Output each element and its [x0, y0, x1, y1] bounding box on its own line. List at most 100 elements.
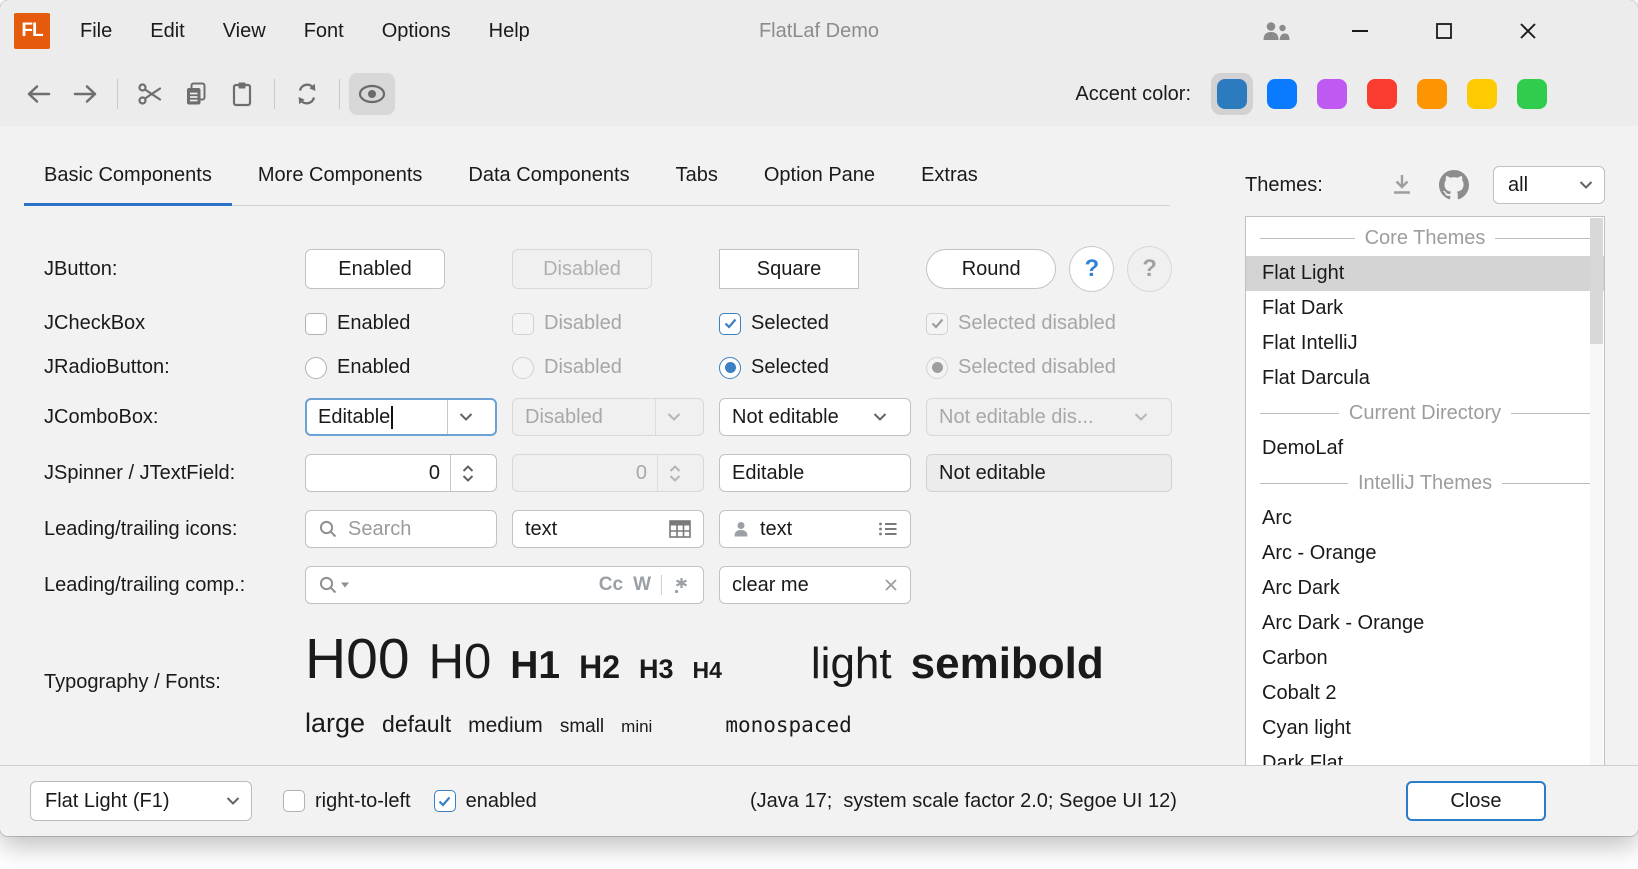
window-controls — [1258, 13, 1638, 49]
theme-item[interactable]: Cyan light — [1246, 711, 1604, 746]
close-window-button[interactable] — [1510, 13, 1546, 49]
textfield-editable[interactable]: Editable — [719, 454, 911, 492]
tab-more-components[interactable]: More Components — [238, 145, 443, 205]
enabled-checkbox[interactable]: enabled — [434, 790, 537, 813]
checkbox-disabled: Disabled — [512, 312, 704, 335]
back-button[interactable] — [16, 73, 62, 115]
regex-toggle[interactable] — [672, 576, 691, 595]
search-options-input[interactable]: Cc W — [305, 566, 704, 604]
tab-basic-components[interactable]: Basic Components — [24, 145, 232, 205]
theme-item[interactable]: Cobalt 2 — [1246, 676, 1604, 711]
spinner-buttons[interactable] — [450, 455, 484, 491]
disabled-button: Disabled — [512, 249, 652, 289]
theme-item[interactable]: Flat Darcula — [1246, 361, 1604, 396]
menu-edit[interactable]: Edit — [134, 13, 200, 50]
match-case-toggle[interactable]: Cc — [599, 574, 623, 596]
right-to-left-checkbox[interactable]: right-to-left — [283, 790, 411, 813]
typography-label: Typography / Fonts: — [44, 671, 290, 694]
scrollbar-thumb[interactable] — [1590, 218, 1603, 344]
menu-file[interactable]: File — [64, 13, 128, 50]
chevron-down-icon[interactable] — [447, 400, 483, 434]
radio-icon[interactable] — [305, 357, 327, 379]
theme-item[interactable]: Flat IntelliJ — [1246, 326, 1604, 361]
menu-options[interactable]: Options — [366, 13, 467, 50]
theme-item-selected[interactable]: Flat Light — [1246, 256, 1604, 291]
lookandfeel-select[interactable]: Flat Light (F1) — [30, 781, 252, 821]
theme-item[interactable]: Flat Dark — [1246, 291, 1604, 326]
menu-view[interactable]: View — [207, 13, 282, 50]
radio-enabled[interactable]: Enabled — [305, 356, 497, 379]
jradiobutton-label: JRadioButton: — [44, 356, 290, 379]
maximize-button[interactable] — [1426, 13, 1462, 49]
accent-swatch[interactable] — [1411, 73, 1453, 115]
checkbox-checked-icon — [926, 313, 948, 335]
checkbox-icon[interactable] — [305, 313, 327, 335]
radio-icon — [512, 357, 534, 379]
accent-swatch[interactable] — [1311, 73, 1353, 115]
close-button[interactable]: Close — [1406, 781, 1546, 821]
checkbox-selected[interactable]: Selected — [719, 312, 911, 335]
h4-sample: H4 — [693, 657, 722, 684]
chevron-down-icon[interactable] — [862, 399, 898, 435]
medium-sample: medium — [468, 714, 543, 738]
checkbox-checked-icon[interactable] — [434, 790, 456, 812]
accent-swatch-selected[interactable] — [1211, 73, 1253, 115]
whole-word-toggle[interactable]: W — [633, 574, 651, 596]
checkbox-enabled[interactable]: Enabled — [305, 312, 497, 335]
theme-item[interactable]: Arc — [1246, 501, 1604, 536]
cut-button[interactable] — [127, 73, 173, 115]
menu-font[interactable]: Font — [288, 13, 360, 50]
tab-option-pane[interactable]: Option Pane — [744, 145, 895, 205]
spinner[interactable]: 0 — [305, 454, 497, 492]
clearable-input[interactable]: clear me — [719, 566, 911, 604]
theme-item[interactable]: DemoLaf — [1246, 431, 1604, 466]
accent-swatch[interactable] — [1461, 73, 1503, 115]
copy-button[interactable] — [173, 73, 219, 115]
typography-samples: H00 H0 H1 H2 H3 H4 light semibold large … — [305, 626, 1172, 739]
accent-swatch[interactable] — [1261, 73, 1303, 115]
theme-item[interactable]: Arc - Orange — [1246, 536, 1604, 571]
forward-button[interactable] — [62, 73, 108, 115]
spinner-disabled: 0 — [512, 454, 704, 492]
users-icon[interactable] — [1258, 13, 1294, 49]
text-input-user-list[interactable]: text — [719, 510, 911, 548]
tab-extras[interactable]: Extras — [901, 145, 998, 205]
theme-item[interactable]: Arc Dark — [1246, 571, 1604, 606]
minimize-button[interactable] — [1342, 13, 1378, 49]
download-icon[interactable] — [1389, 172, 1415, 198]
text-input-table[interactable]: text — [512, 510, 704, 548]
round-button[interactable]: Round — [926, 249, 1056, 289]
enabled-button[interactable]: Enabled — [305, 249, 445, 289]
paste-button[interactable] — [219, 73, 265, 115]
search-input[interactable]: Search — [305, 510, 497, 548]
search-dropdown-icon[interactable] — [318, 575, 349, 595]
radio-checked-icon[interactable] — [719, 357, 741, 379]
help-button[interactable]: ? — [1069, 246, 1114, 292]
app-window: FL File Edit View Font Options Help Flat… — [0, 0, 1638, 836]
checkbox-checked-icon[interactable] — [719, 313, 741, 335]
checkbox-icon[interactable] — [283, 790, 305, 812]
tab-tabs[interactable]: Tabs — [656, 145, 738, 205]
theme-item[interactable]: Carbon — [1246, 641, 1604, 676]
combobox-editable[interactable]: Editable — [305, 398, 497, 436]
github-icon[interactable] — [1439, 170, 1469, 200]
accent-swatch[interactable] — [1511, 73, 1553, 115]
chevron-down-icon — [215, 782, 251, 820]
themes-list[interactable]: Core Themes Flat Light Flat Dark Flat In… — [1245, 216, 1605, 766]
combobox-not-editable[interactable]: Not editable — [719, 398, 911, 436]
show-hidden-toggle[interactable] — [349, 73, 395, 115]
square-button[interactable]: Square — [719, 249, 859, 289]
tab-data-components[interactable]: Data Components — [448, 145, 649, 205]
clear-icon[interactable] — [884, 578, 898, 592]
radio-selected[interactable]: Selected — [719, 356, 911, 379]
radio-disabled: Disabled — [512, 356, 704, 379]
accent-swatch[interactable] — [1361, 73, 1403, 115]
themes-filter-select[interactable]: all — [1493, 166, 1605, 204]
refresh-button[interactable] — [284, 73, 330, 115]
theme-item[interactable]: Dark Flat — [1246, 746, 1604, 766]
theme-item[interactable]: Arc Dark - Orange — [1246, 606, 1604, 641]
h0-sample: H0 — [429, 634, 492, 690]
menu-help[interactable]: Help — [473, 13, 546, 50]
h00-sample: H00 — [305, 626, 410, 692]
main-area: Basic Components More Components Data Co… — [0, 145, 1638, 784]
